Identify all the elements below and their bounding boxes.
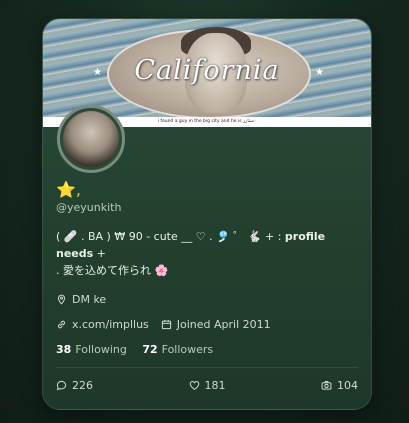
- engagement-stats: 226 181 104: [56, 379, 358, 392]
- bio: ( 🩹 . BA ) ₩ 90 - cute __ ♡ . 🎐 ゜ 🐇 + : …: [56, 228, 358, 279]
- camera-icon: [321, 381, 332, 390]
- profile-link[interactable]: x.com/impllus: [56, 318, 149, 331]
- follow-stats: 38 Following 72 Followers: [56, 343, 358, 356]
- bio-line2: . 愛を込めて作られ 🌸: [56, 264, 169, 277]
- followers-link[interactable]: 72 Followers: [142, 343, 213, 356]
- profile-link-text: x.com/impllus: [72, 318, 149, 331]
- heart-icon: [189, 381, 199, 390]
- media-stat[interactable]: 104: [321, 379, 358, 392]
- profile-content: ⭐, @yeyunkith ( 🩹 . BA ) ₩ 90 - cute __ …: [56, 179, 358, 356]
- following-label: Following: [75, 343, 127, 356]
- bio-line1-end: +: [93, 247, 106, 260]
- likes-stat[interactable]: 181: [189, 379, 226, 392]
- following-count: 38: [56, 343, 72, 356]
- calendar-icon: [161, 320, 171, 330]
- user-handle[interactable]: @yeyunkith: [56, 201, 358, 214]
- replies-stat[interactable]: 226: [56, 379, 93, 392]
- comment-icon: [56, 380, 67, 391]
- avatar[interactable]: [63, 111, 119, 167]
- bio-line1: ( 🩹 . BA ) ₩ 90 - cute __ ♡ . 🎐 ゜ 🐇 + :: [56, 230, 285, 243]
- followers-count: 72: [142, 343, 158, 356]
- map-pin-icon: [57, 294, 66, 305]
- location-text: DM ke: [72, 293, 107, 306]
- divider: [56, 367, 358, 368]
- link-icon: [57, 320, 66, 329]
- profile-card: ★ ★ California i found a guy in the big …: [42, 18, 372, 410]
- followers-label: Followers: [161, 343, 214, 356]
- display-name-text: ⭐,: [56, 180, 82, 199]
- avatar-ring[interactable]: [57, 105, 125, 173]
- joined-date: Joined April 2011: [161, 318, 271, 331]
- display-name[interactable]: ⭐,: [56, 179, 358, 201]
- following-link[interactable]: 38 Following: [56, 343, 127, 356]
- replies-count: 226: [72, 379, 93, 392]
- links-row: x.com/impllus Joined April 2011: [56, 318, 358, 331]
- media-count: 104: [337, 379, 358, 392]
- banner-script-text: California: [134, 55, 280, 86]
- joined-text: Joined April 2011: [176, 318, 271, 331]
- location-row: DM ke: [56, 293, 358, 306]
- likes-count: 181: [204, 379, 226, 392]
